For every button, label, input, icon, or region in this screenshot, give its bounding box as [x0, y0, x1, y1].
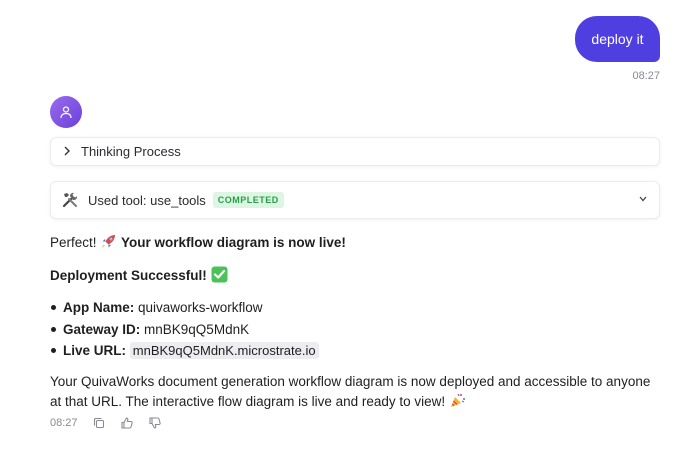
assistant-avatar — [50, 96, 82, 128]
chevron-right-icon — [63, 145, 71, 159]
message-actions: 08:27 — [50, 416, 162, 430]
detail-value: mnBK9qQ5MdnK — [140, 321, 250, 337]
tool-call-label: Used tool: use_tools — [88, 192, 206, 208]
list-item: Gateway ID: mnBK9qQ5MdnK — [50, 319, 319, 341]
detail-label: Gateway ID: — [63, 321, 141, 337]
response-time: 08:27 — [50, 417, 78, 429]
list-item: Live URL: mnBK9qQ5MdnK.microstrate.io — [50, 340, 319, 362]
detail-label: Live URL: — [63, 343, 127, 358]
deployment-details-list: App Name: quivaworks-workflow Gateway ID… — [50, 297, 319, 362]
response-heading-text: Deployment Successful! — [50, 268, 211, 283]
user-message-bubble: deploy it — [575, 16, 660, 62]
tools-icon — [61, 191, 79, 209]
live-url-code[interactable]: mnBK9qQ5MdnK.microstrate.io — [129, 342, 319, 359]
party-popper-icon — [449, 392, 466, 415]
response-intro-bold: Your workflow diagram is now live! — [121, 235, 346, 250]
chevron-down-icon[interactable] — [639, 194, 647, 205]
thinking-process-label: Thinking Process — [81, 144, 181, 159]
response-paragraph-text: Your QuivaWorks document generation work… — [50, 374, 651, 409]
user-icon — [59, 105, 73, 119]
list-item: App Name: quivaworks-workflow — [50, 297, 319, 319]
status-badge: COMPLETED — [212, 192, 284, 208]
tool-call-card[interactable]: Used tool: use_tools COMPLETED — [50, 181, 660, 219]
thinking-process-toggle[interactable]: Thinking Process — [50, 137, 660, 166]
thumbs-up-icon[interactable] — [120, 416, 134, 430]
user-message-time: 08:27 — [632, 70, 660, 82]
response-heading: Deployment Successful! — [50, 266, 662, 289]
detail-value: quivaworks-workflow — [134, 300, 263, 315]
thumbs-down-icon[interactable] — [148, 416, 162, 430]
user-message-text: deploy it — [591, 31, 644, 47]
check-mark-icon — [211, 266, 228, 289]
detail-label: App Name: — [63, 300, 135, 315]
response-paragraph: Your QuivaWorks document generation work… — [50, 372, 662, 415]
copy-icon[interactable] — [92, 416, 106, 430]
response-intro: Perfect! Your workflow diagram is now li… — [50, 233, 662, 256]
rocket-icon — [100, 233, 117, 256]
response-intro-prefix: Perfect! — [50, 235, 101, 250]
